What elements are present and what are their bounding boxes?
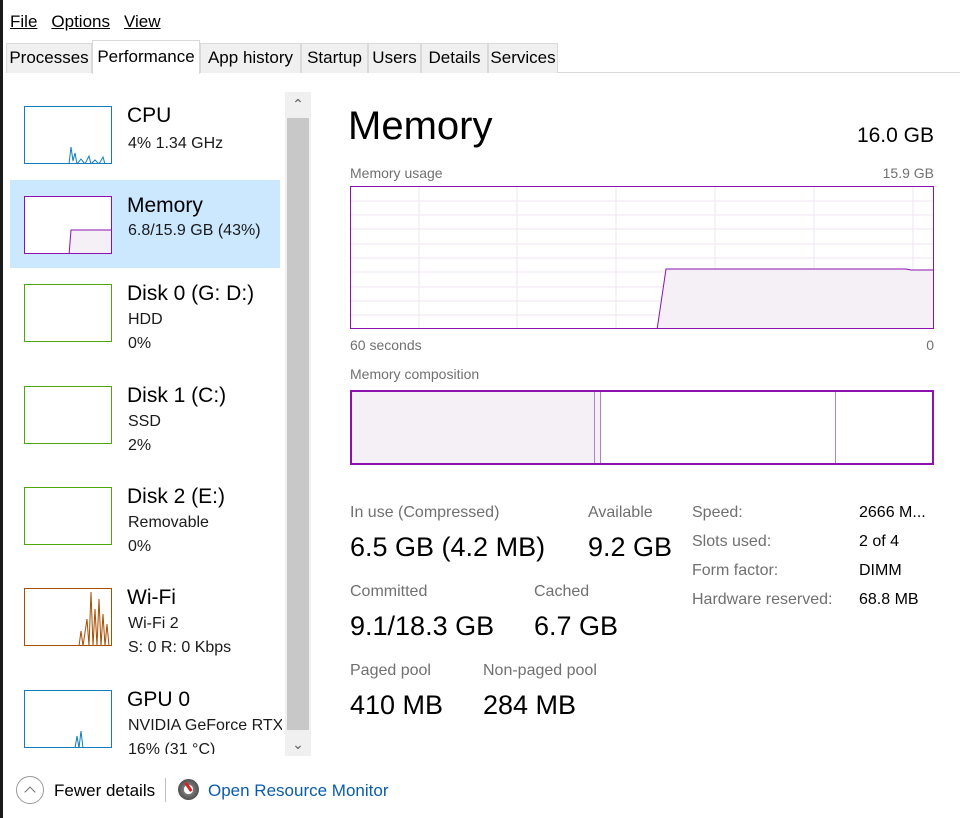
sidebar-subtitle-2: 0%: [128, 335, 152, 352]
cpu-thumbnail-graph: [24, 106, 112, 164]
composition-modified: [594, 392, 601, 463]
page-title: Memory: [348, 104, 493, 148]
sidebar-item-disk-1[interactable]: Disk 1 (C:) SSD 2%: [10, 370, 280, 458]
chevron-up-circle-icon[interactable]: [16, 776, 44, 804]
chevron-down-icon[interactable]: ⌄: [285, 732, 311, 756]
in-use-label: In use (Compressed): [350, 504, 500, 521]
sidebar-item-cpu[interactable]: CPU 4% 1.34 GHz: [10, 90, 280, 178]
sidebar-title: Disk 0 (G: D:): [127, 282, 255, 305]
memory-thumbnail-graph: [24, 196, 112, 254]
sidebar-item-wifi[interactable]: Wi-Fi Wi-Fi 2 S: 0 R: 0 Kbps: [10, 572, 280, 660]
memory-composition-bar: [350, 390, 934, 465]
slots-used-value: 2 of 4: [859, 533, 900, 550]
chevron-up-icon[interactable]: ⌃: [285, 92, 311, 116]
memory-usage-label: Memory usage: [350, 165, 443, 181]
speed-label: Speed:: [692, 504, 743, 521]
hardware-reserved-value: 68.8 MB: [859, 591, 919, 608]
tab-processes[interactable]: Processes: [6, 43, 92, 73]
tab-app-history[interactable]: App history: [200, 43, 301, 73]
sidebar-title: Memory: [127, 194, 203, 217]
sidebar-subtitle-2: S: 0 R: 0 Kbps: [128, 639, 232, 656]
hardware-reserved-label: Hardware reserved:: [692, 591, 833, 608]
graph-time-right: 0: [926, 337, 934, 353]
menu-file[interactable]: File: [10, 12, 37, 36]
resource-list: CPU 4% 1.34 GHz Memory 6.8/15.9 GB (43%)…: [10, 90, 282, 754]
speed-value: 2666 M...: [859, 504, 926, 521]
memory-total: 16.0 GB: [856, 124, 934, 147]
non-paged-pool-value: 284 MB: [483, 690, 577, 720]
tab-users[interactable]: Users: [368, 43, 421, 73]
paged-pool-value: 410 MB: [350, 690, 444, 720]
tab-details[interactable]: Details: [421, 43, 488, 73]
sidebar-title: Disk 2 (E:): [127, 485, 226, 508]
in-use-value: 6.5 GB (4.2 MB): [350, 532, 546, 562]
sidebar-item-gpu-0[interactable]: GPU 0 NVIDIA GeForce RTX 16% (31 °C): [10, 674, 282, 754]
memory-usage-graph: [350, 186, 934, 329]
sidebar-scrollbar[interactable]: ⌃ ⌄: [285, 92, 311, 756]
composition-in-use: [352, 392, 594, 463]
tab-bar: Processes Performance App history Startu…: [6, 40, 960, 74]
fewer-details-link[interactable]: Fewer details: [54, 781, 155, 801]
wifi-thumbnail-graph: [24, 588, 112, 646]
sidebar-subtitle-2: 2%: [128, 437, 152, 454]
sidebar-subtitle: NVIDIA GeForce RTX: [128, 717, 282, 734]
sidebar-subtitle-2: 16% (31 °C): [128, 741, 216, 754]
sidebar-subtitle-2: 0%: [128, 538, 152, 555]
cached-value: 6.7 GB: [534, 611, 619, 641]
menu-bar: File Options View: [10, 12, 161, 36]
gpu-0-thumbnail-graph: [24, 690, 112, 748]
graph-time-left: 60 seconds: [350, 337, 422, 353]
composition-free: [836, 392, 932, 463]
scrollbar-thumb[interactable]: [287, 118, 309, 730]
non-paged-pool-label: Non-paged pool: [483, 662, 597, 679]
slots-used-label: Slots used:: [692, 533, 772, 550]
committed-value: 9.1/18.3 GB: [350, 611, 495, 641]
available-label: Available: [588, 504, 653, 521]
paged-pool-label: Paged pool: [350, 662, 431, 679]
available-value: 9.2 GB: [588, 532, 673, 562]
tab-startup[interactable]: Startup: [301, 43, 368, 73]
tab-performance[interactable]: Performance: [92, 40, 200, 74]
sidebar-subtitle: Wi-Fi 2: [128, 615, 179, 632]
menu-options[interactable]: Options: [51, 12, 110, 36]
sidebar-subtitle: Removable: [128, 514, 209, 531]
sidebar-subtitle: SSD: [128, 413, 161, 430]
composition-standby: [601, 392, 836, 463]
memory-composition-label: Memory composition: [350, 366, 480, 382]
window-edge: [0, 0, 3, 818]
sidebar-item-disk-0[interactable]: Disk 0 (G: D:) HDD 0%: [10, 268, 280, 356]
disk-0-thumbnail-graph: [24, 284, 112, 342]
disk-2-thumbnail-graph: [24, 487, 112, 545]
form-factor-label: Form factor:: [692, 562, 779, 579]
footer-divider: [165, 778, 166, 802]
cached-label: Cached: [534, 583, 590, 600]
disk-1-thumbnail-graph: [24, 386, 112, 444]
sidebar-item-memory[interactable]: Memory 6.8/15.9 GB (43%): [10, 180, 280, 268]
sidebar-subtitle: HDD: [128, 311, 163, 328]
sidebar-title: Disk 1 (C:): [127, 384, 227, 407]
open-resource-monitor-link[interactable]: Open Resource Monitor: [208, 781, 388, 801]
form-factor-value: DIMM: [859, 562, 902, 579]
sidebar-title: CPU: [127, 104, 172, 127]
sidebar-subtitle: 4% 1.34 GHz: [128, 135, 224, 152]
sidebar-title: Wi-Fi: [127, 586, 176, 609]
tab-services[interactable]: Services: [488, 43, 558, 73]
menu-view[interactable]: View: [124, 12, 161, 36]
sidebar-item-disk-2[interactable]: Disk 2 (E:) Removable 0%: [10, 471, 280, 559]
sidebar-subtitle: 6.8/15.9 GB (43%): [128, 222, 261, 239]
resource-monitor-icon[interactable]: [178, 779, 199, 800]
committed-label: Committed: [350, 583, 428, 600]
sidebar-title: GPU 0: [127, 688, 191, 711]
memory-usage-max: 15.9 GB: [882, 165, 934, 181]
